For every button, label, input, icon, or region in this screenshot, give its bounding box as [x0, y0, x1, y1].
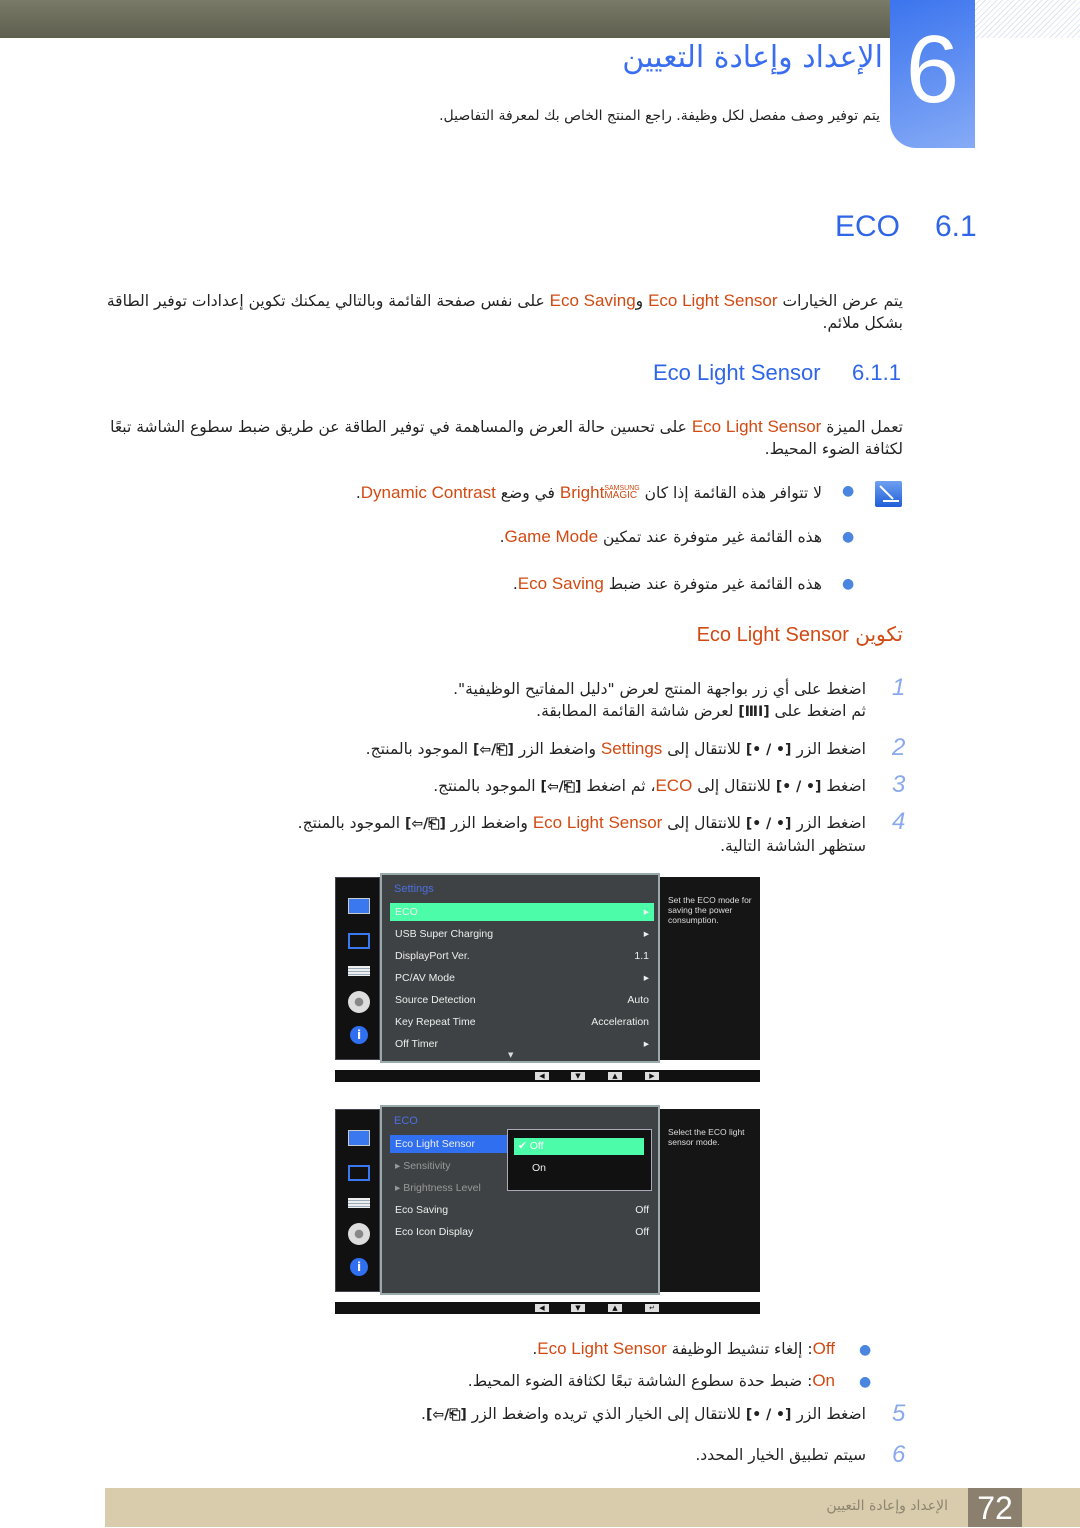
osd-sidebar: i: [335, 877, 380, 1060]
nav-up-icon[interactable]: ▲: [608, 1072, 622, 1080]
scroll-down-icon[interactable]: ▼: [508, 1051, 513, 1059]
osd-item[interactable]: Eco Icon Display Off: [390, 1223, 654, 1241]
osd-settings-screenshot: i Settings ECO ▸ USB Super Charging ▸ Disp…: [335, 873, 760, 1063]
osd-help-text: Set the ECO mode for saving the power co…: [660, 877, 760, 1060]
bullet-icon: ●: [859, 1342, 872, 1358]
osd-item[interactable]: Source Detection Auto: [390, 991, 654, 1009]
step-6: سيتم تطبيق الخيار المحدد.: [695, 1446, 866, 1464]
osd-item-eco[interactable]: ECO ▸: [390, 903, 654, 921]
osd-eco-screenshot: i ECO Eco Light Sensor ▸ Sensitivity ▸ B…: [335, 1105, 760, 1295]
osd-item[interactable]: Off Timer ▸: [390, 1035, 654, 1053]
step-number: 1: [892, 674, 906, 701]
enter-key-icon: [⎗/⇦]: [405, 816, 446, 832]
subsection-title: Eco Light Sensor: [653, 360, 821, 385]
step-number: 5: [892, 1400, 906, 1427]
section-title: ECO: [835, 210, 901, 243]
enter-key-icon: [⎗/⇦]: [473, 742, 514, 758]
footer-chapter-title: الإعداد وإعادة التعيين: [826, 1498, 948, 1514]
note-1: لا تتوافر هذه القائمة إذا كان SAMSUNG MAG…: [355, 483, 822, 502]
option-dropdown: ✔ Off On: [507, 1129, 652, 1191]
monitor-icon: [348, 898, 370, 914]
size-position-icon: [348, 933, 370, 949]
osd-item[interactable]: Key Repeat Time Acceleration: [390, 1013, 654, 1031]
move-key-icon: [• / •]: [745, 816, 792, 832]
osd-item[interactable]: USB Super Charging ▸: [390, 925, 654, 943]
osd-item[interactable]: PC/AV Mode ▸: [390, 969, 654, 987]
osd-nav-bar: ◀ ▼ ▲ ▶: [335, 1070, 760, 1082]
nav-right-icon[interactable]: ▶: [645, 1072, 659, 1080]
osd-menu-title: ECO: [394, 1115, 418, 1127]
osd-menu-icon: [348, 966, 370, 976]
osd-item-eco-light-sensor[interactable]: Eco Light Sensor: [390, 1135, 510, 1153]
monitor-icon: [348, 1130, 370, 1146]
step-number: 3: [892, 771, 906, 798]
note-2: هذه القائمة غير متوفرة عند تمكين Game Mo…: [499, 527, 822, 546]
section-intro: يتم عرض الخيارات Eco Light Sensor وEco S…: [106, 291, 903, 332]
move-key-icon: [• / •]: [745, 1407, 792, 1423]
gear-icon: [348, 1223, 370, 1245]
gear-icon: [348, 991, 370, 1013]
bullet-icon: ●: [842, 576, 855, 592]
enter-key-icon: [⎗/⇦]: [540, 779, 582, 795]
size-position-icon: [348, 1165, 370, 1181]
chapter-number: 6: [890, 0, 975, 148]
note-3: هذه القائمة غير متوفرة عند ضبط Eco Savin…: [512, 574, 822, 593]
nav-down-icon[interactable]: ▼: [571, 1072, 585, 1080]
move-key-icon: [• / •]: [745, 742, 792, 758]
info-icon: i: [350, 1258, 368, 1276]
option-off-desc: Off: إلغاء تنشيط الوظيفة Eco Light Senso…: [532, 1339, 835, 1358]
osd-item[interactable]: Eco Saving Off: [390, 1201, 654, 1219]
option-on[interactable]: On: [532, 1162, 546, 1174]
osd-sidebar: i: [335, 1109, 380, 1292]
nav-down-icon[interactable]: ▼: [571, 1304, 585, 1312]
note-icon: [875, 481, 902, 507]
nav-left-icon[interactable]: ◀: [535, 1072, 549, 1080]
page-number: 72: [968, 1488, 1022, 1527]
step-number: 4: [892, 808, 906, 835]
subsection-intro: تعمل الميزة Eco Light Sensor على تحسين ح…: [110, 417, 903, 458]
info-icon: i: [350, 1026, 368, 1044]
step-1: اضغط على أي زر بواجهة المنتج لعرض "دليل …: [453, 680, 866, 720]
step-3: اضغط [• / •] للانتقال إلى ECO، ثم اضغط […: [433, 776, 866, 795]
subsection-number: 6.1.1: [852, 360, 901, 385]
menu-key-icon: [ⅢⅠ]: [738, 704, 770, 720]
option-on-desc: On: ضبط حدة سطوع الشاشة تبعًا لكثافة الض…: [467, 1371, 835, 1390]
config-heading: تكوين Eco Light Sensor: [696, 622, 903, 646]
nav-left-icon[interactable]: ◀: [535, 1304, 549, 1312]
enter-key-icon: [⎗/⇦]: [425, 1407, 467, 1423]
step-2: اضغط الزر [• / •] للانتقال إلى Settings …: [365, 739, 866, 758]
bullet-icon: ●: [842, 483, 855, 499]
step-4: اضغط الزر [• / •] للانتقال إلى Eco Light…: [297, 813, 866, 855]
nav-enter-icon[interactable]: ↵: [645, 1304, 659, 1312]
check-icon: ✔: [518, 1140, 530, 1152]
step-number: 6: [892, 1441, 906, 1468]
step-number: 2: [892, 734, 906, 761]
bullet-icon: ●: [859, 1374, 872, 1390]
section-number: 6.1: [935, 210, 977, 243]
bullet-icon: ●: [842, 529, 855, 545]
option-off[interactable]: ✔ Off: [514, 1138, 644, 1155]
move-key-icon: [• / •]: [775, 779, 822, 795]
osd-nav-bar: ◀ ▼ ▲ ↵: [335, 1302, 760, 1314]
top-hatch: [975, 0, 1080, 38]
osd-help-text: Select the ECO light sensor mode.: [660, 1109, 760, 1292]
osd-menu-icon: [348, 1198, 370, 1208]
step-5: اضغط الزر [• / •] للانتقال إلى الخيار ال…: [421, 1405, 866, 1423]
chapter-subtitle: يتم توفير وصف مفصل لكل وظيفة. راجع المنت…: [439, 108, 880, 124]
osd-menu-title: Settings: [394, 883, 434, 895]
top-bar: [0, 0, 890, 38]
chapter-title: الإعداد وإعادة التعيين: [622, 40, 883, 75]
nav-up-icon[interactable]: ▲: [608, 1304, 622, 1312]
osd-item[interactable]: DisplayPort Ver. 1.1: [390, 947, 654, 965]
